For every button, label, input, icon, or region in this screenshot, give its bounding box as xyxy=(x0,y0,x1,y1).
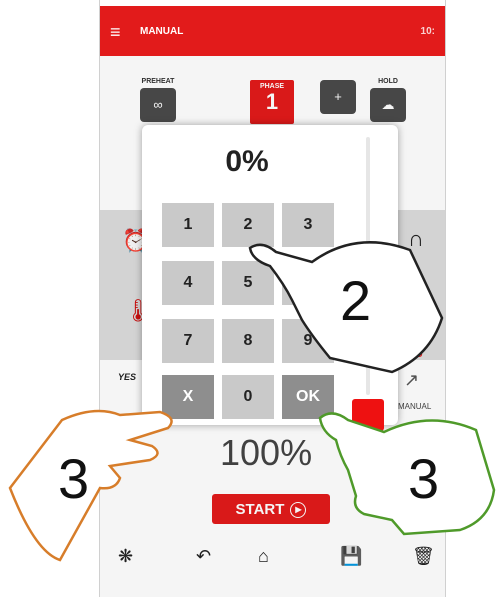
slider-track[interactable] xyxy=(366,137,370,395)
keypad-display: 0% xyxy=(225,145,269,178)
step-middle-number: 2 xyxy=(340,269,372,332)
key-4[interactable]: 4 xyxy=(162,261,214,305)
menu-icon[interactable]: ≡ xyxy=(110,22,120,43)
key-9[interactable]: 9 xyxy=(282,319,334,363)
key-1[interactable]: 1 xyxy=(162,203,214,247)
slider-thumb[interactable] xyxy=(352,399,384,431)
key-7[interactable]: 7 xyxy=(162,319,214,363)
step-right-number: 3 xyxy=(408,447,440,510)
ok-key[interactable]: OK xyxy=(282,375,334,419)
clock: 10: xyxy=(420,26,435,37)
cancel-key[interactable]: X xyxy=(162,375,214,419)
key-0[interactable]: 0 xyxy=(222,375,274,419)
key-6[interactable]: 6 xyxy=(282,261,334,305)
key-2[interactable]: 2 xyxy=(222,203,274,247)
mode-title: MANUAL xyxy=(140,26,184,37)
key-8[interactable]: 8 xyxy=(222,319,274,363)
key-5[interactable]: 5 xyxy=(222,261,274,305)
top-bar: ≡ MANUAL 10: xyxy=(100,6,445,56)
step-left-number: 3 xyxy=(58,447,90,510)
key-3[interactable]: 3 xyxy=(282,203,334,247)
